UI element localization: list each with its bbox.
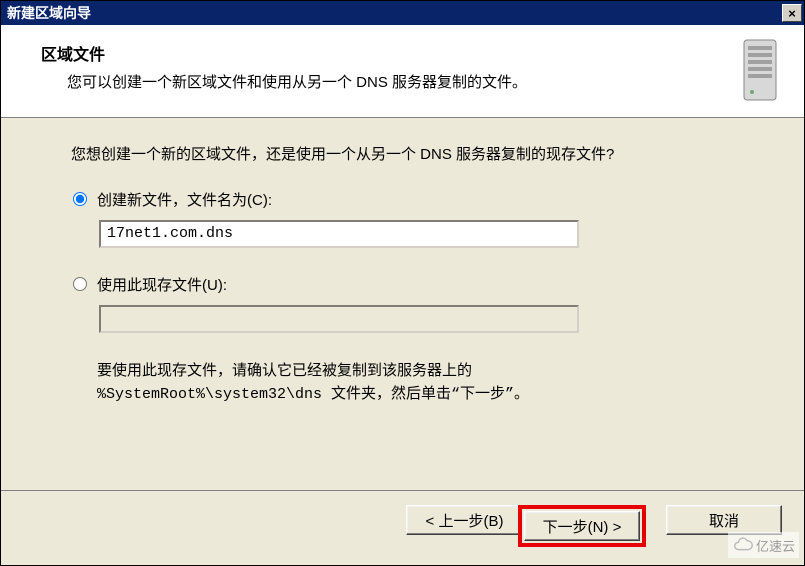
close-button[interactable]: × [782,4,802,22]
wizard-footer: < 上一步(B) 下一步(N) > 取消 [1,490,804,565]
next-button[interactable]: 下一步(N) > [524,511,640,541]
wizard-content: 您想创建一个新的区域文件，还是使用一个从另一个 DNS 服务器复制的现存文件? … [1,118,804,490]
titlebar: 新建区域向导 × [1,1,804,25]
cloud-icon [732,534,754,556]
back-button[interactable]: < 上一步(B) [406,505,522,535]
create-filename-input[interactable] [99,220,579,248]
radio-existing-row: 使用此现存文件(U): [73,274,734,295]
cancel-button[interactable]: 取消 [666,505,782,535]
radio-create-row: 创建新文件，文件名为(C): [73,189,734,210]
radio-create[interactable] [73,192,87,206]
next-button-highlight: 下一步(N) > [518,505,646,547]
wizard-header: 区域文件 您可以创建一个新区域文件和使用从另一个 DNS 服务器复制的文件。 [1,25,804,118]
titlebar-title: 新建区域向导 [7,3,91,23]
header-description: 您可以创建一个新区域文件和使用从另一个 DNS 服务器复制的文件。 [41,71,720,92]
radio-create-label[interactable]: 创建新文件，文件名为(C): [97,189,272,210]
radio-group: 创建新文件，文件名为(C): 使用此现存文件(U): 要使用此现存文件，请确认它… [73,189,734,407]
server-icon [730,35,790,107]
note-line1: 要使用此现存文件，请确认它已经被复制到该服务器上的 [97,362,472,379]
close-icon: × [788,7,796,20]
header-title: 区域文件 [41,41,720,65]
watermark: 亿速云 [728,532,799,558]
radio-existing-label[interactable]: 使用此现存文件(U): [97,274,227,295]
note-text: 要使用此现存文件，请确认它已经被复制到该服务器上的 %SystemRoot%\s… [97,359,734,407]
existing-filename-input [99,305,579,333]
question-text: 您想创建一个新的区域文件，还是使用一个从另一个 DNS 服务器复制的现存文件? [71,144,734,167]
note-line2: %SystemRoot%\system32\dns 文件夹，然后单击“下一步”。 [97,386,529,403]
wizard-dialog: 新建区域向导 × 区域文件 您可以创建一个新区域文件和使用从另一个 DNS 服务… [0,0,805,566]
radio-existing[interactable] [73,277,87,291]
watermark-text: 亿速云 [756,536,795,555]
